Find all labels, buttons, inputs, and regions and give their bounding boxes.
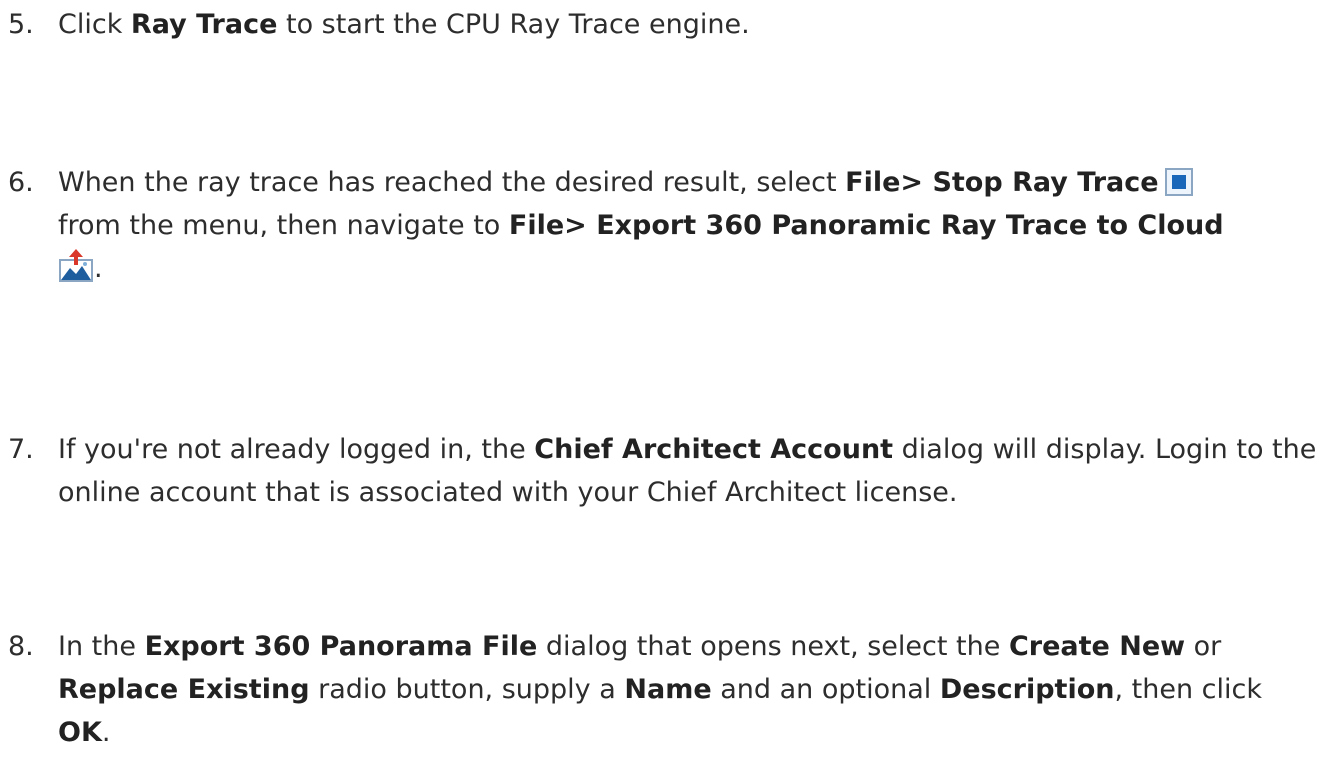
stop-ray-trace-icon: [1164, 168, 1193, 196]
step-text: In the Export 360 Panorama File dialog t…: [58, 631, 1262, 748]
bold-term: OK: [58, 717, 102, 748]
step-7: 7. If you're not already logged in, the …: [0, 428, 1330, 514]
bold-term: Ray Trace: [130, 9, 278, 40]
step-text: When the ray trace has reached the desir…: [58, 167, 1224, 284]
step-number: 7.: [8, 434, 34, 465]
bold-term: Create New: [1008, 631, 1186, 662]
step-number: 5.: [8, 9, 34, 40]
export-panorama-cloud-icon: [58, 249, 94, 283]
bold-term: Export 360 Panorama File: [144, 631, 538, 662]
bold-term: Name: [624, 674, 712, 705]
step-8: 8. In the Export 360 Panorama File dialo…: [0, 625, 1330, 754]
bold-term: File> Export 360 Panoramic Ray Trace to …: [508, 210, 1224, 241]
step-number: 6.: [8, 167, 34, 198]
bold-term: Chief Architect Account: [534, 434, 894, 465]
bold-term: Description: [939, 674, 1115, 705]
step-text: Click Ray Trace to start the CPU Ray Tra…: [58, 9, 750, 40]
step-6: 6. When the ray trace has reached the de…: [0, 161, 1330, 290]
step-number: 8.: [8, 631, 34, 662]
step-text: If you're not already logged in, the Chi…: [58, 434, 1317, 508]
step-5: 5. Click Ray Trace to start the CPU Ray …: [0, 3, 1330, 46]
bold-term: Replace Existing: [58, 674, 310, 705]
bold-term: File> Stop Ray Trace: [845, 167, 1159, 198]
